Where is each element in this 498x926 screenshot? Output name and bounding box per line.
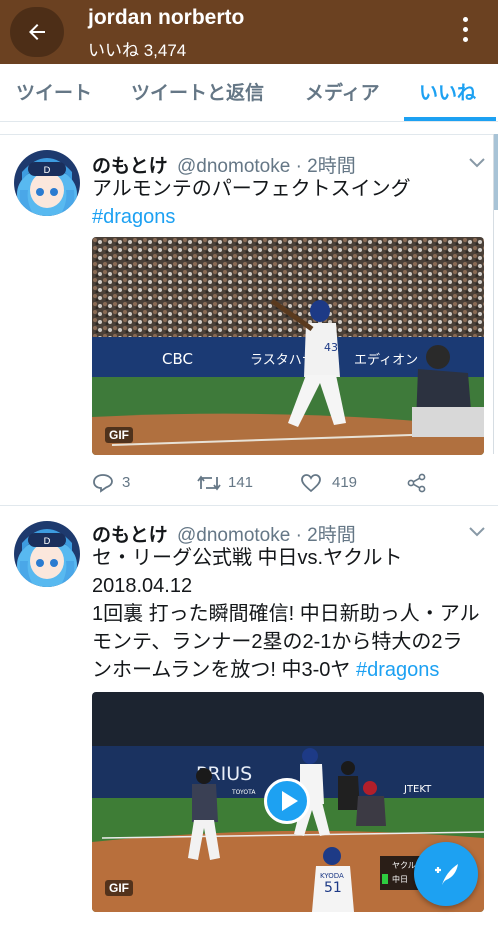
uniform-number: 51 <box>324 880 342 896</box>
svg-text:D: D <box>44 537 51 547</box>
banner-text: JTEKT <box>403 784 432 795</box>
scoreboard-team: 中日 <box>392 874 408 884</box>
profile-header: jordan norberto いいね 3,474 <box>0 0 498 64</box>
tweet-actions: 3 141 419 <box>92 471 484 497</box>
active-tab-indicator <box>404 117 496 121</box>
more-vertical-icon <box>463 17 468 22</box>
banner-text: エディオン <box>354 352 418 368</box>
author-handle[interactable]: @dnomotoke · 2時間 <box>177 151 356 178</box>
tweet-text: 2018.04.12 <box>92 575 193 597</box>
gif-badge: GIF <box>105 427 133 443</box>
play-icon <box>282 791 298 811</box>
tweet[interactable]: D のもとけ @dnomotoke · 2時間 アルモンテのパーフェクトスイング… <box>0 135 498 505</box>
tweet-text: セ・リーグ公式戦 中日vs.ヤクルト <box>92 547 403 569</box>
reply-count: 3 <box>122 474 131 491</box>
share-icon <box>407 473 426 493</box>
avatar[interactable]: D <box>14 521 80 587</box>
profile-name: jordan norberto <box>88 6 245 29</box>
uniform-number: 43 <box>324 341 338 354</box>
tweet-text: ンホームランを放つ! 中3-0ヤ #dragons <box>92 656 439 684</box>
banner-text: TOYOTA <box>231 789 256 796</box>
author-name[interactable]: のもとけ <box>92 520 168 547</box>
author-name[interactable]: のもとけ <box>92 151 168 178</box>
retweet-icon <box>197 475 221 491</box>
svg-text:D: D <box>44 166 51 176</box>
hashtag-link[interactable]: #dragons <box>356 659 439 681</box>
back-button[interactable] <box>10 7 64 57</box>
tab-likes[interactable]: いいね <box>419 78 476 105</box>
tab-tweets[interactable]: ツイート <box>16 78 92 105</box>
profile-tabs: ツイート ツイートと返信 メディア いいね <box>0 64 498 122</box>
hashtag-link[interactable]: #dragons <box>92 203 175 231</box>
player-name: KYODA <box>320 872 344 880</box>
retweet-count: 141 <box>228 474 254 491</box>
tweet-text: 1回裏 打った瞬間確信! 中日新助っ人・アル <box>92 603 480 625</box>
likes-count: いいね 3,474 <box>88 41 187 60</box>
tab-media[interactable]: メディア <box>305 78 380 105</box>
avatar[interactable]: D <box>14 150 80 216</box>
banner-text: CBC <box>162 350 193 368</box>
arrow-left-icon <box>29 24 45 40</box>
tweet-text: モンテ、ランナー2塁の2-1から特大の2ラ <box>92 631 463 653</box>
author-handle[interactable]: @dnomotoke · 2時間 <box>177 520 356 547</box>
tab-tweets-and-replies[interactable]: ツイートと返信 <box>131 78 264 105</box>
compose-tweet-button[interactable] <box>414 842 478 906</box>
chevron-down-icon[interactable] <box>468 526 486 538</box>
tweet-text-line: ンホームランを放つ! 中3-0ヤ <box>92 659 351 681</box>
tweet-media-gif[interactable]: CBC ラスタハナ エディオン 43 GIF <box>92 237 484 455</box>
more-options-button[interactable] <box>452 14 480 46</box>
compose-feather-icon <box>435 864 458 885</box>
heart-icon <box>301 474 321 493</box>
like-count: 419 <box>332 474 358 491</box>
play-button[interactable] <box>264 778 310 824</box>
tweet-text: アルモンテのパーフェクトスイング <box>92 178 411 200</box>
reply-icon <box>93 474 113 493</box>
baseball-image: CBC ラスタハナ エディオン 43 <box>92 237 484 455</box>
chevron-down-icon[interactable] <box>468 157 486 169</box>
gif-badge: GIF <box>105 880 133 896</box>
